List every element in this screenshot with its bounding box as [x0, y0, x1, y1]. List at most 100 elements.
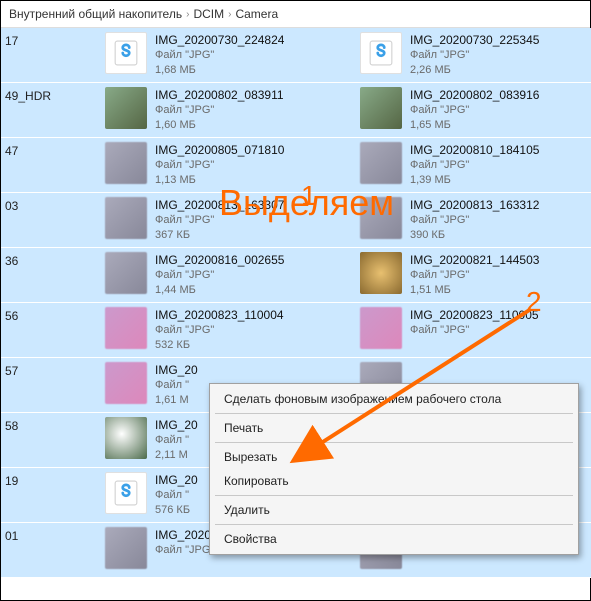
file-size: 390 КБ: [410, 228, 539, 243]
breadcrumb-part[interactable]: DCIM: [193, 7, 224, 21]
file-item-partial[interactable]: 17: [1, 28, 101, 83]
file-name-fragment: 36: [5, 254, 18, 268]
file-item-partial[interactable]: 47: [1, 138, 101, 193]
file-size: 1,65 МБ: [410, 118, 539, 133]
file-size: 1,61 М: [155, 393, 198, 408]
file-item-partial[interactable]: 58: [1, 413, 101, 468]
file-item-partial[interactable]: 57: [1, 358, 101, 413]
file-type: Файл "JPG": [410, 158, 539, 173]
file-name: IMG_20200730_225345: [410, 32, 539, 48]
image-thumbnail: [105, 87, 147, 129]
file-type: Файл "JPG": [155, 48, 284, 63]
file-name: IMG_20: [155, 417, 198, 433]
menu-delete[interactable]: Удалить: [212, 498, 576, 522]
file-item-partial[interactable]: 03: [1, 193, 101, 248]
file-type: Файл ": [155, 433, 198, 448]
file-name: IMG_20200802_083911: [155, 87, 284, 103]
file-grid: 17 49_HDR 47 03 36 56 57 58 19 01 IMG_20200730_22…: [1, 28, 590, 599]
file-name: IMG_20200821_144503: [410, 252, 539, 268]
file-item[interactable]: IMG_20200730_225345Файл "JPG"2,26 МБ: [356, 28, 591, 83]
file-name: IMG_20200813_163307: [155, 197, 284, 213]
file-name-fragment: 17: [5, 34, 18, 48]
file-item[interactable]: IMG_20200802_083911Файл "JPG"1,60 МБ: [101, 83, 356, 138]
menu-properties[interactable]: Свойства: [212, 527, 576, 551]
file-size: 1,60 МБ: [155, 118, 284, 133]
file-size: 2,26 МБ: [410, 63, 539, 78]
file-item[interactable]: IMG_20200813_163307Файл "JPG"367 КБ: [101, 193, 356, 248]
file-type: Файл "JPG": [155, 158, 284, 173]
file-item[interactable]: IMG_20200823_110005Файл "JPG": [356, 303, 591, 358]
file-type: Файл "JPG": [410, 103, 539, 118]
file-type: Файл ": [155, 378, 198, 393]
file-item[interactable]: IMG_20200810_184105Файл "JPG"1,39 МБ: [356, 138, 591, 193]
image-thumbnail: [360, 87, 402, 129]
file-type: Файл "JPG": [410, 268, 539, 283]
file-item[interactable]: IMG_20200805_071810Файл "JPG"1,13 МБ: [101, 138, 356, 193]
file-size: 1,13 МБ: [155, 173, 284, 188]
file-icon: [105, 32, 147, 74]
file-type: Файл "JPG": [155, 268, 284, 283]
file-name-fragment: 49_HDR: [5, 89, 51, 103]
menu-separator: [215, 413, 573, 414]
file-item-partial[interactable]: 56: [1, 303, 101, 358]
file-size: 1,39 МБ: [410, 173, 539, 188]
file-name: IMG_20200816_002655: [155, 252, 284, 268]
file-item-partial[interactable]: 36: [1, 248, 101, 303]
file-icon: [360, 32, 402, 74]
file-item-partial[interactable]: 01: [1, 523, 101, 578]
file-size: 1,68 МБ: [155, 63, 284, 78]
image-thumbnail: [360, 197, 402, 239]
menu-cut[interactable]: Вырезать: [212, 445, 576, 469]
file-name: IMG_20200802_083916: [410, 87, 539, 103]
file-name-fragment: 03: [5, 199, 18, 213]
file-name: IMG_20200823_110004: [155, 307, 284, 323]
file-type: Файл "JPG": [155, 103, 284, 118]
chevron-right-icon: ›: [186, 9, 189, 20]
image-thumbnail: [105, 197, 147, 239]
file-name: IMG_20200730_224824: [155, 32, 284, 48]
file-item-partial[interactable]: 19: [1, 468, 101, 523]
menu-print[interactable]: Печать: [212, 416, 576, 440]
image-thumbnail: [105, 142, 147, 184]
file-name-fragment: 58: [5, 419, 18, 433]
image-thumbnail: [105, 417, 147, 459]
menu-separator: [215, 495, 573, 496]
image-thumbnail: [360, 307, 402, 349]
image-thumbnail: [105, 527, 147, 569]
file-name: IMG_20: [155, 472, 198, 488]
file-name: IMG_20200813_163312: [410, 197, 539, 213]
file-item-partial[interactable]: 49_HDR: [1, 83, 101, 138]
file-item[interactable]: IMG_20200823_110004Файл "JPG"532 КБ: [101, 303, 356, 358]
file-type: Файл "JPG": [155, 323, 284, 338]
file-item[interactable]: IMG_20200816_002655Файл "JPG"1,44 МБ: [101, 248, 356, 303]
menu-separator: [215, 442, 573, 443]
file-type: Файл "JPG": [410, 213, 539, 228]
file-icon: [105, 472, 147, 514]
file-type: Файл "JPG": [410, 323, 539, 338]
file-size: 576 КБ: [155, 503, 198, 518]
file-type: Файл ": [155, 488, 198, 503]
file-type: Файл "JPG": [155, 213, 284, 228]
breadcrumb-part[interactable]: Внутренний общий накопитель: [9, 7, 182, 21]
file-name-fragment: 19: [5, 474, 18, 488]
file-item[interactable]: IMG_20200821_144503Файл "JPG"1,51 МБ: [356, 248, 591, 303]
file-name: IMG_20200810_184105: [410, 142, 539, 158]
image-thumbnail: [105, 252, 147, 294]
image-thumbnail: [360, 142, 402, 184]
file-item[interactable]: IMG_20200802_083916Файл "JPG"1,65 МБ: [356, 83, 591, 138]
file-name: IMG_20200823_110005: [410, 307, 539, 323]
menu-set-wallpaper[interactable]: Сделать фоновым изображением рабочего ст…: [212, 387, 576, 411]
file-item[interactable]: IMG_20200813_163312Файл "JPG"390 КБ: [356, 193, 591, 248]
breadcrumb[interactable]: Внутренний общий накопитель › DCIM › Cam…: [1, 1, 590, 28]
image-thumbnail: [105, 307, 147, 349]
file-name: IMG_20200805_071810: [155, 142, 284, 158]
file-size: 1,51 МБ: [410, 283, 539, 298]
file-name-fragment: 01: [5, 529, 18, 543]
file-item[interactable]: IMG_20200730_224824Файл "JPG"1,68 МБ: [101, 28, 356, 83]
chevron-right-icon: ›: [228, 9, 231, 20]
breadcrumb-part[interactable]: Camera: [235, 7, 278, 21]
file-name-fragment: 57: [5, 364, 18, 378]
image-thumbnail: [360, 252, 402, 294]
menu-copy[interactable]: Копировать: [212, 469, 576, 493]
file-size: 532 КБ: [155, 338, 284, 353]
